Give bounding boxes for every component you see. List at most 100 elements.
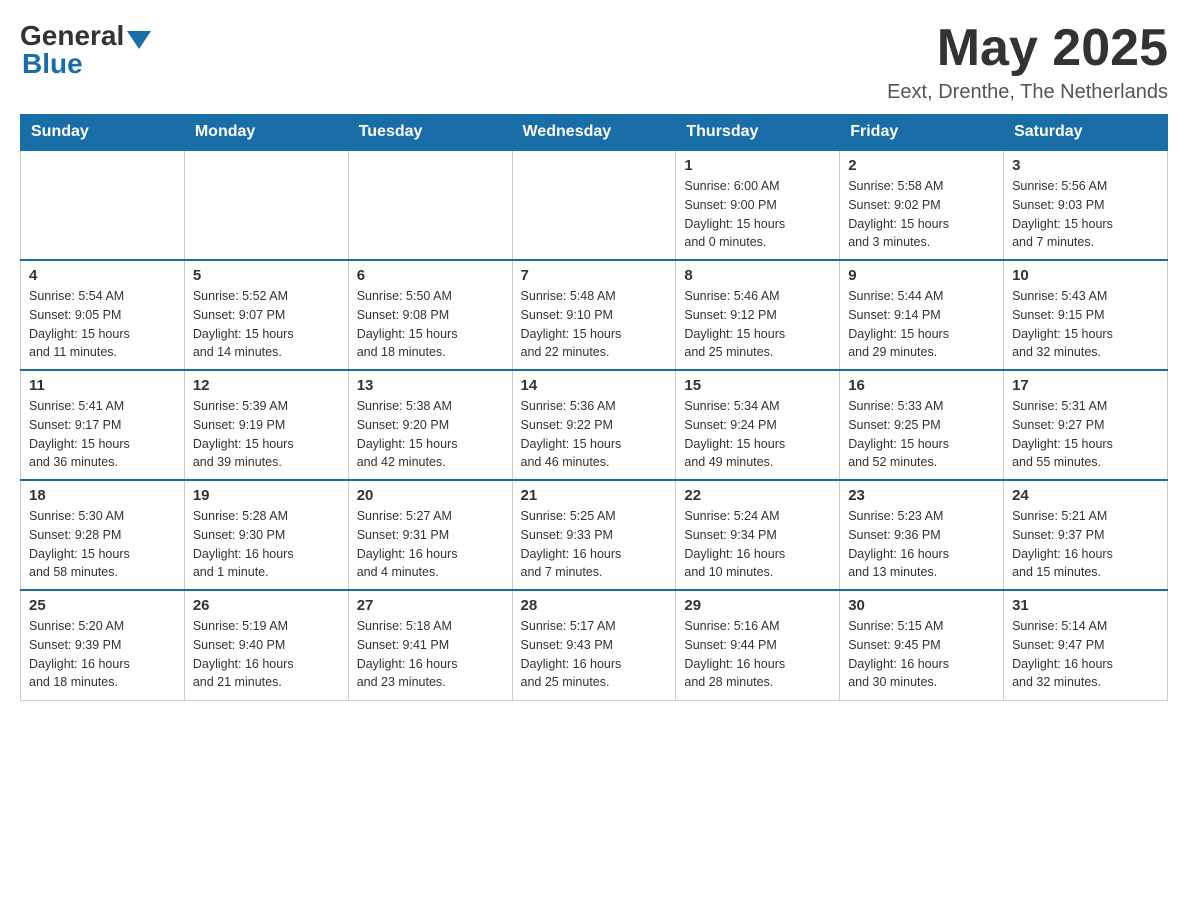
day-number: 3 bbox=[1012, 157, 1159, 174]
header-thursday: Thursday bbox=[676, 115, 840, 151]
table-row: 24Sunrise: 5:21 AMSunset: 9:37 PMDayligh… bbox=[1004, 480, 1168, 590]
day-info: Sunrise: 5:34 AMSunset: 9:24 PMDaylight:… bbox=[684, 397, 831, 472]
table-row: 11Sunrise: 5:41 AMSunset: 9:17 PMDayligh… bbox=[21, 370, 185, 480]
header-wednesday: Wednesday bbox=[512, 115, 676, 151]
day-number: 8 bbox=[684, 267, 831, 284]
table-row: 29Sunrise: 5:16 AMSunset: 9:44 PMDayligh… bbox=[676, 590, 840, 700]
day-info: Sunrise: 6:00 AMSunset: 9:00 PMDaylight:… bbox=[684, 177, 831, 252]
table-row bbox=[512, 150, 676, 260]
day-number: 30 bbox=[848, 597, 995, 614]
table-row: 13 Sunrise: 5:38 AMSunset: 9:20 PMDayligh… bbox=[348, 370, 512, 480]
day-number: 25 bbox=[29, 597, 176, 614]
location: Eext, Drenthe, The Netherlands bbox=[887, 81, 1168, 104]
day-number: 10 bbox=[1012, 267, 1159, 284]
logo: General Blue bbox=[20, 20, 151, 80]
day-info: Sunrise: 5:18 AMSunset: 9:41 PMDaylight:… bbox=[357, 617, 504, 692]
table-row: 31Sunrise: 5:14 AMSunset: 9:47 PMDayligh… bbox=[1004, 590, 1168, 700]
table-row: 25 Sunrise: 5:20 AMSunset: 9:39 PMDayligh… bbox=[21, 590, 185, 700]
table-row: 2 Sunrise: 5:58 AMSunset: 9:02 PMDaylight… bbox=[840, 150, 1004, 260]
day-number: 4 bbox=[29, 267, 176, 284]
table-row: 1 Sunrise: 6:00 AMSunset: 9:00 PMDaylight… bbox=[676, 150, 840, 260]
page-header: General Blue May 2025 Eext, Drenthe, The… bbox=[20, 20, 1168, 104]
day-info: Sunrise: 5:50 AMSunset: 9:08 PMDaylight:… bbox=[357, 287, 504, 362]
table-row: 5Sunrise: 5:52 AMSunset: 9:07 PMDaylight… bbox=[184, 260, 348, 370]
table-row: 10 Sunrise: 5:43 AMSunset: 9:15 PMDayligh… bbox=[1004, 260, 1168, 370]
calendar-week-row: 4Sunrise: 5:54 AMSunset: 9:05 PMDaylight… bbox=[21, 260, 1168, 370]
day-info: Sunrise: 5:46 AMSunset: 9:12 PMDaylight:… bbox=[684, 287, 831, 362]
day-info: Sunrise: 5:56 AMSunset: 9:03 PMDaylight:… bbox=[1012, 177, 1159, 252]
day-number: 18 bbox=[29, 487, 176, 504]
day-number: 17 bbox=[1012, 377, 1159, 394]
day-info: Sunrise: 5:19 AMSunset: 9:40 PMDaylight:… bbox=[193, 617, 340, 692]
header-friday: Friday bbox=[840, 115, 1004, 151]
logo-blue-text: Blue bbox=[22, 48, 83, 80]
day-info: Sunrise: 5:43 AMSunset: 9:15 PMDaylight:… bbox=[1012, 287, 1159, 362]
day-info: Sunrise: 5:25 AMSunset: 9:33 PMDaylight:… bbox=[521, 507, 668, 582]
table-row: 18 Sunrise: 5:30 AMSunset: 9:28 PMDayligh… bbox=[21, 480, 185, 590]
month-title: May 2025 bbox=[887, 20, 1168, 77]
logo-arrow-icon bbox=[127, 31, 151, 49]
day-number: 28 bbox=[521, 597, 668, 614]
table-row: 22 Sunrise: 5:24 AMSunset: 9:34 PMDayligh… bbox=[676, 480, 840, 590]
table-row: 21Sunrise: 5:25 AMSunset: 9:33 PMDayligh… bbox=[512, 480, 676, 590]
table-row: 20 Sunrise: 5:27 AMSunset: 9:31 PMDayligh… bbox=[348, 480, 512, 590]
day-info: Sunrise: 5:31 AMSunset: 9:27 PMDaylight:… bbox=[1012, 397, 1159, 472]
day-number: 7 bbox=[521, 267, 668, 284]
day-info: Sunrise: 5:23 AMSunset: 9:36 PMDaylight:… bbox=[848, 507, 995, 582]
day-number: 12 bbox=[193, 377, 340, 394]
day-info: Sunrise: 5:52 AMSunset: 9:07 PMDaylight:… bbox=[193, 287, 340, 362]
header-sunday: Sunday bbox=[21, 115, 185, 151]
table-row: 7 Sunrise: 5:48 AMSunset: 9:10 PMDaylight… bbox=[512, 260, 676, 370]
header-saturday: Saturday bbox=[1004, 115, 1168, 151]
day-info: Sunrise: 5:27 AMSunset: 9:31 PMDaylight:… bbox=[357, 507, 504, 582]
table-row: 23 Sunrise: 5:23 AMSunset: 9:36 PMDayligh… bbox=[840, 480, 1004, 590]
day-number: 15 bbox=[684, 377, 831, 394]
day-info: Sunrise: 5:28 AMSunset: 9:30 PMDaylight:… bbox=[193, 507, 340, 582]
day-number: 23 bbox=[848, 487, 995, 504]
table-row: 8 Sunrise: 5:46 AMSunset: 9:12 PMDaylight… bbox=[676, 260, 840, 370]
table-row: 16 Sunrise: 5:33 AMSunset: 9:25 PMDayligh… bbox=[840, 370, 1004, 480]
day-info: Sunrise: 5:44 AMSunset: 9:14 PMDaylight:… bbox=[848, 287, 995, 362]
day-info: Sunrise: 5:21 AMSunset: 9:37 PMDaylight:… bbox=[1012, 507, 1159, 582]
day-info: Sunrise: 5:33 AMSunset: 9:25 PMDaylight:… bbox=[848, 397, 995, 472]
day-number: 29 bbox=[684, 597, 831, 614]
table-row: 19Sunrise: 5:28 AMSunset: 9:30 PMDayligh… bbox=[184, 480, 348, 590]
table-row: 26 Sunrise: 5:19 AMSunset: 9:40 PMDayligh… bbox=[184, 590, 348, 700]
day-info: Sunrise: 5:24 AMSunset: 9:34 PMDaylight:… bbox=[684, 507, 831, 582]
table-row: 27 Sunrise: 5:18 AMSunset: 9:41 PMDayligh… bbox=[348, 590, 512, 700]
day-number: 9 bbox=[848, 267, 995, 284]
day-number: 20 bbox=[357, 487, 504, 504]
day-info: Sunrise: 5:38 AMSunset: 9:20 PMDaylight:… bbox=[357, 397, 504, 472]
table-row: 3 Sunrise: 5:56 AMSunset: 9:03 PMDaylight… bbox=[1004, 150, 1168, 260]
day-info: Sunrise: 5:48 AMSunset: 9:10 PMDaylight:… bbox=[521, 287, 668, 362]
day-info: Sunrise: 5:14 AMSunset: 9:47 PMDaylight:… bbox=[1012, 617, 1159, 692]
table-row: 14Sunrise: 5:36 AMSunset: 9:22 PMDayligh… bbox=[512, 370, 676, 480]
table-row: 28 Sunrise: 5:17 AMSunset: 9:43 PMDayligh… bbox=[512, 590, 676, 700]
table-row: 12 Sunrise: 5:39 AMSunset: 9:19 PMDayligh… bbox=[184, 370, 348, 480]
day-info: Sunrise: 5:39 AMSunset: 9:19 PMDaylight:… bbox=[193, 397, 340, 472]
calendar-header-row: Sunday Monday Tuesday Wednesday Thursday… bbox=[21, 115, 1168, 151]
day-number: 27 bbox=[357, 597, 504, 614]
day-number: 2 bbox=[848, 157, 995, 174]
day-info: Sunrise: 5:17 AMSunset: 9:43 PMDaylight:… bbox=[521, 617, 668, 692]
day-info: Sunrise: 5:30 AMSunset: 9:28 PMDaylight:… bbox=[29, 507, 176, 582]
day-number: 1 bbox=[684, 157, 831, 174]
table-row: 30Sunrise: 5:15 AMSunset: 9:45 PMDayligh… bbox=[840, 590, 1004, 700]
table-row: 4Sunrise: 5:54 AMSunset: 9:05 PMDaylight… bbox=[21, 260, 185, 370]
calendar-week-row: 25 Sunrise: 5:20 AMSunset: 9:39 PMDayligh… bbox=[21, 590, 1168, 700]
table-row: 6 Sunrise: 5:50 AMSunset: 9:08 PMDaylight… bbox=[348, 260, 512, 370]
table-row bbox=[348, 150, 512, 260]
calendar-week-row: 18 Sunrise: 5:30 AMSunset: 9:28 PMDayligh… bbox=[21, 480, 1168, 590]
day-number: 26 bbox=[193, 597, 340, 614]
day-number: 6 bbox=[357, 267, 504, 284]
day-number: 22 bbox=[684, 487, 831, 504]
table-row: 17 Sunrise: 5:31 AMSunset: 9:27 PMDayligh… bbox=[1004, 370, 1168, 480]
day-info: Sunrise: 5:36 AMSunset: 9:22 PMDaylight:… bbox=[521, 397, 668, 472]
table-row bbox=[21, 150, 185, 260]
table-row: 15 Sunrise: 5:34 AMSunset: 9:24 PMDayligh… bbox=[676, 370, 840, 480]
day-number: 16 bbox=[848, 377, 995, 394]
day-info: Sunrise: 5:58 AMSunset: 9:02 PMDaylight:… bbox=[848, 177, 995, 252]
day-number: 11 bbox=[29, 377, 176, 394]
day-number: 13 bbox=[357, 377, 504, 394]
day-info: Sunrise: 5:20 AMSunset: 9:39 PMDaylight:… bbox=[29, 617, 176, 692]
